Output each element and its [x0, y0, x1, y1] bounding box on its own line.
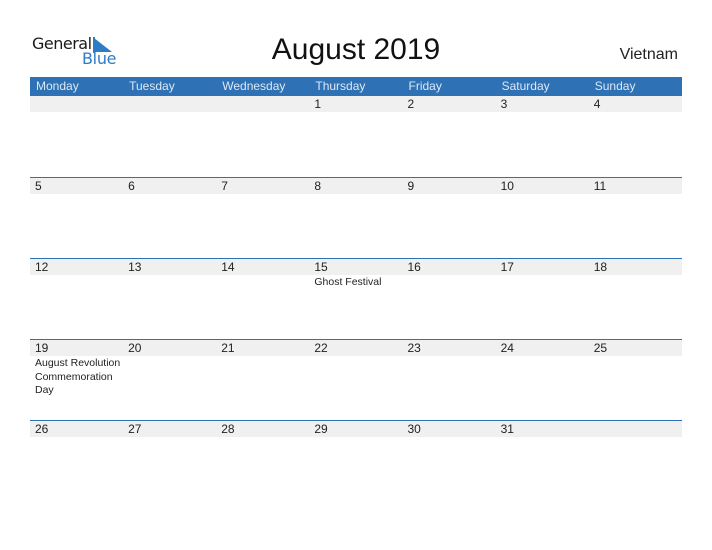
- day-number: 15: [314, 260, 328, 274]
- day-cell: 27: [123, 421, 216, 501]
- day-number: 26: [35, 422, 49, 436]
- day-cell: 20: [123, 340, 216, 420]
- day-cell: [216, 96, 309, 177]
- day-cell: 23: [403, 340, 496, 420]
- day-number: 10: [500, 179, 514, 193]
- day-cell: 24: [496, 340, 589, 420]
- holiday-event: Ghost Festival: [314, 276, 382, 288]
- day-number: 23: [407, 341, 421, 355]
- day-cell: 30: [403, 421, 496, 501]
- day-number: 27: [128, 422, 142, 436]
- day-number: 31: [500, 422, 514, 436]
- day-cell: 19 August Revolution Commemoration Day: [30, 340, 123, 420]
- day-cell: 1: [309, 96, 402, 177]
- day-number: 30: [407, 422, 421, 436]
- day-cell: [30, 96, 123, 177]
- day-cell: 9: [403, 178, 496, 258]
- day-number: 28: [221, 422, 235, 436]
- weekday-header-row: Monday Tuesday Wednesday Thursday Friday…: [30, 77, 682, 96]
- day-cell: 15 Ghost Festival: [309, 259, 402, 339]
- weeks-container: 1 2 3 4 5 6 7 8 9 10 11 12 13 14 15 Ghost Festival 16 17 1…: [30, 96, 682, 501]
- day-cell: 17: [496, 259, 589, 339]
- day-number: 3: [500, 97, 508, 111]
- week-cells: 26 27 28 29 30 31: [30, 421, 682, 501]
- day-number: 29: [314, 422, 328, 436]
- weekday-header: Monday: [36, 79, 79, 93]
- day-cell: 26: [30, 421, 123, 501]
- day-number: 13: [128, 260, 142, 274]
- day-cell: 10: [496, 178, 589, 258]
- day-cell: 6: [123, 178, 216, 258]
- country-label: Vietnam: [619, 46, 678, 63]
- week-cells: 19 August Revolution Commemoration Day 20 2…: [30, 340, 682, 420]
- day-number: 20: [128, 341, 142, 355]
- week-cells: 5 6 7 8 9 10 11: [30, 178, 682, 258]
- day-number: 1: [314, 97, 322, 111]
- holiday-event: August Revolution Commemoration Day: [35, 357, 121, 396]
- day-number: 5: [35, 179, 42, 193]
- day-cell: 25: [589, 340, 682, 420]
- calendar-grid: Monday Tuesday Wednesday Thursday Friday…: [30, 77, 682, 501]
- day-number: 22: [314, 341, 328, 355]
- week-cells: 1 2 3 4: [30, 96, 682, 177]
- day-number: 2: [407, 97, 415, 111]
- week-row: 5 6 7 8 9 10 11: [30, 177, 682, 258]
- day-number: 4: [593, 97, 601, 111]
- weekday-header: Wednesday: [222, 79, 286, 93]
- weekday-header: Sunday: [594, 79, 636, 93]
- day-cell: [123, 96, 216, 177]
- day-cell: 11: [589, 178, 682, 258]
- day-cell: 7: [216, 178, 309, 258]
- day-cell: 31: [496, 421, 589, 501]
- calendar-title: August 2019: [271, 33, 441, 66]
- day-number: 6: [128, 179, 135, 193]
- day-cell: 12: [30, 259, 123, 339]
- day-cell: 22: [309, 340, 402, 420]
- day-number: 21: [221, 341, 235, 355]
- week-row: 19 August Revolution Commemoration Day 20 2…: [30, 339, 682, 420]
- day-number: 14: [221, 260, 235, 274]
- day-cell: 28: [216, 421, 309, 501]
- day-number: 11: [593, 179, 607, 193]
- day-cell: 3: [496, 96, 589, 177]
- day-number: 24: [500, 341, 514, 355]
- weekday-header: Saturday: [501, 79, 550, 93]
- day-number: 19: [35, 341, 49, 355]
- weekday-header: Friday: [408, 79, 442, 93]
- day-number: 8: [314, 179, 322, 193]
- day-number: 9: [407, 179, 415, 193]
- day-cell: 14: [216, 259, 309, 339]
- week-row: 12 13 14 15 Ghost Festival 16 17 18: [30, 258, 682, 339]
- day-cell: 29: [309, 421, 402, 501]
- week-cells: 12 13 14 15 Ghost Festival 16 17 18: [30, 259, 682, 339]
- day-cell: 13: [123, 259, 216, 339]
- day-number: 25: [593, 341, 608, 355]
- day-cell: 18: [589, 259, 682, 339]
- day-number: 16: [407, 260, 421, 274]
- day-number: 17: [500, 260, 514, 274]
- week-row: 26 27 28 29 30 31: [30, 420, 682, 501]
- day-cell: 21: [216, 340, 309, 420]
- day-cell: 8: [309, 178, 402, 258]
- day-cell: 16: [403, 259, 496, 339]
- day-number: 7: [221, 179, 228, 193]
- week-row: 1 2 3 4: [30, 96, 682, 177]
- day-cell: [589, 421, 682, 501]
- day-cell: 2: [403, 96, 496, 177]
- weekday-header: Tuesday: [129, 79, 175, 93]
- weekday-header: Thursday: [315, 79, 366, 93]
- day-cell: 5: [30, 178, 123, 258]
- day-number: 18: [593, 260, 608, 274]
- day-number: 12: [35, 260, 49, 274]
- day-cell: 4: [589, 96, 682, 177]
